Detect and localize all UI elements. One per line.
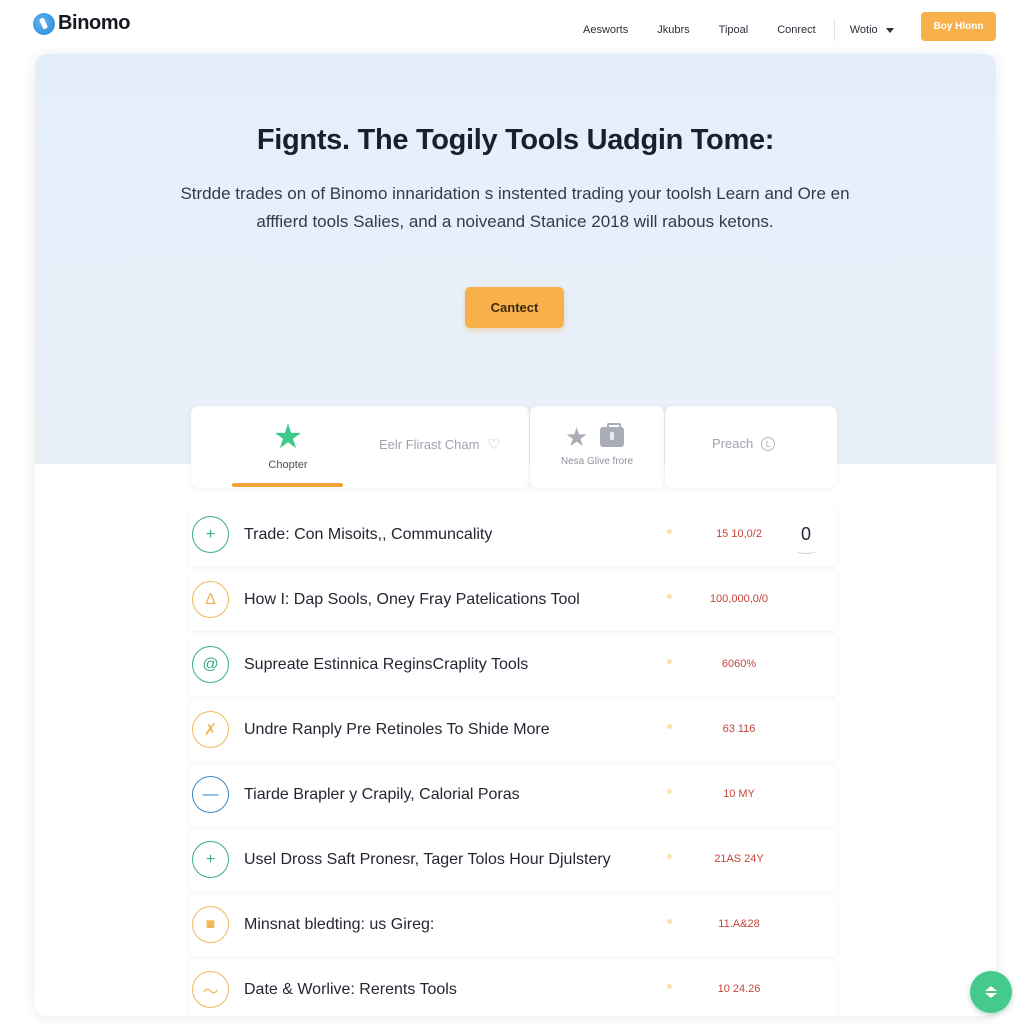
list-item-value: 15 10,0/2 — [716, 528, 762, 540]
list-item-title: How I: Dap Sools, Oney Fray Patelication… — [244, 591, 580, 608]
top-cta-button[interactable]: Boy Hlonn — [921, 12, 996, 41]
hero-section: Fignts. The Togily Tools Uadgin Tome: St… — [35, 54, 996, 464]
nav-link-3[interactable]: Tipoal — [719, 24, 749, 36]
hero-title: Fignts. The Togily Tools Uadgin Tome: — [256, 124, 775, 156]
tab-bar: ★ Chopter Eelr Flirast Cham ♡ ★ Nesa Gli… — [191, 406, 837, 488]
list-item[interactable]: + Trade: Con Misoits,, Communcality 15 10,… — [189, 506, 837, 566]
nav-link-1[interactable]: Aesworts — [583, 24, 628, 36]
active-tab-indicator — [232, 483, 343, 487]
tab-glive[interactable]: ★ Nesa Glive frore — [530, 406, 664, 488]
list-item-value: 100,000,0/0 — [709, 593, 769, 605]
language-dropdown[interactable]: Wotio — [850, 24, 894, 36]
square-icon: ■ — [192, 906, 229, 943]
clock-icon: L — [761, 436, 776, 451]
bell-icon: Δ — [192, 581, 229, 618]
star-icon: ★ — [565, 422, 589, 452]
minus-icon: — — [192, 776, 229, 813]
list-item-title: Undre Ranply Pre Retinoles To Shide More — [244, 721, 550, 738]
list-item-value: 6060% — [721, 658, 757, 670]
tab-first-cham[interactable]: Eelr Flirast Cham ♡ — [379, 436, 500, 453]
heart-icon: ♡ — [487, 436, 500, 452]
tools-list: + Trade: Con Misoits,, Communcality 15 10,… — [189, 506, 837, 1016]
tab-group-primary: ★ Chopter Eelr Flirast Cham ♡ — [191, 406, 529, 488]
list-item[interactable]: @ Supreate Estinnica ReginsCraplity Tools… — [189, 636, 837, 696]
swirl-icon: @ — [192, 646, 229, 683]
top-navigation: Binomo Aesworts Jkubrs Tipoal Conrect Wo… — [0, 0, 1024, 52]
list-item-value: 10 MY — [723, 788, 755, 800]
list-item-value: 21AS 24Y — [714, 853, 764, 865]
tab-glive-label: Nesa Glive frore — [560, 456, 634, 467]
main-card: Fignts. The Togily Tools Uadgin Tome: St… — [35, 54, 996, 1016]
list-item-value: 10 24.26 — [717, 983, 761, 995]
pin-icon — [664, 851, 676, 865]
hero-subtitle: Strdde trades on of Binomo innaridation … — [180, 184, 850, 231]
list-item-value: 63 116 — [722, 723, 756, 735]
list-item-value: 11.A&28 — [718, 918, 760, 930]
logo[interactable]: Binomo — [33, 12, 130, 35]
tab-first-label: Eelr Flirast Cham — [379, 437, 480, 452]
brand-name: Binomo — [58, 12, 131, 34]
wave-icon: 〜 — [192, 971, 229, 1008]
list-item-title: Trade: Con Misoits,, Communcality — [244, 526, 493, 543]
chevron-down-icon — [885, 27, 894, 33]
pin-icon — [664, 591, 676, 605]
star-icon: ★ — [272, 418, 304, 456]
tab-chapter-label: Chopter — [268, 459, 308, 471]
pin-icon — [664, 916, 676, 930]
list-item-title: Minsnat bledting: us Gireg: — [244, 916, 435, 933]
tab-preach-label: Preach — [712, 436, 754, 451]
pin-icon — [664, 786, 676, 800]
up-down-arrows-icon — [983, 986, 999, 998]
pin-icon — [664, 981, 676, 995]
list-item-title: Tiarde Brapler y Crapily, Calorial Poras — [244, 786, 520, 803]
tab-preach[interactable]: Preach L — [665, 406, 837, 488]
language-label: Wotio — [849, 24, 878, 36]
list-item-title: Date & Worlive: Rerents Tools — [244, 981, 457, 998]
list-item[interactable]: ✗ Undre Ranply Pre Retinoles To Shide Mor… — [189, 701, 837, 761]
nav-link-4[interactable]: Conrect — [777, 24, 816, 36]
nav-link-2[interactable]: Jkubrs — [657, 24, 689, 36]
tab-chapter[interactable]: ★ Chopter — [232, 420, 344, 488]
nav-links: Aesworts Jkubrs Tipoal Conrect Wotio — [583, 19, 894, 41]
contact-button[interactable]: Cantect — [465, 287, 564, 328]
list-item[interactable]: + Usel Dross Saft Pronesr, Tager Tolos Ho… — [189, 831, 837, 891]
scroll-fab-button[interactable] — [970, 971, 1012, 1013]
list-item-count: 0 — [796, 524, 816, 554]
nav-divider — [833, 19, 835, 41]
list-item[interactable]: — Tiarde Brapler y Crapily, Calorial Pora… — [189, 766, 837, 826]
butterfly-icon: ✗ — [192, 711, 229, 748]
pin-icon — [664, 526, 676, 540]
list-item[interactable]: ■ Minsnat bledting: us Gireg: 11.A&28 — [189, 896, 837, 956]
binomo-logo-icon — [33, 12, 55, 35]
list-item[interactable]: 〜 Date & Worlive: Rerents Tools 10 24.26 — [189, 961, 837, 1016]
list-item[interactable]: Δ How I: Dap Sools, Oney Fray Patelicatio… — [189, 571, 837, 631]
plus-icon: + — [192, 516, 229, 553]
list-item-title: Usel Dross Saft Pronesr, Tager Tolos Hou… — [244, 851, 611, 868]
plus-icon: + — [192, 841, 229, 878]
pin-icon — [664, 721, 676, 735]
list-item-title: Supreate Estinnica ReginsCraplity Tools — [244, 656, 529, 673]
pin-icon — [664, 656, 676, 670]
briefcase-icon — [600, 423, 625, 447]
